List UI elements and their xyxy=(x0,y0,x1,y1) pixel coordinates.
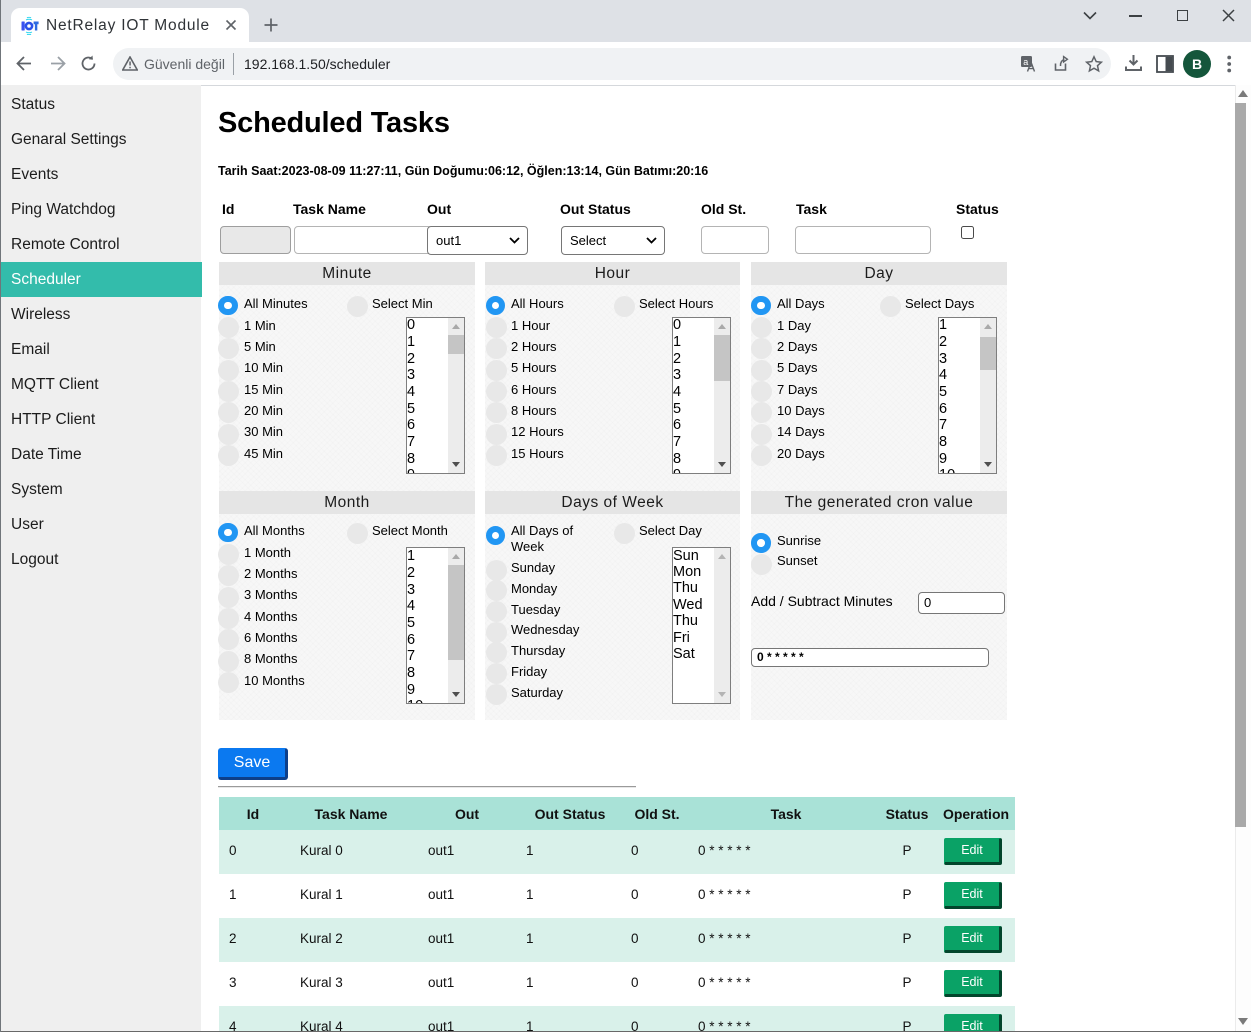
svg-text:a: a xyxy=(1023,57,1028,67)
